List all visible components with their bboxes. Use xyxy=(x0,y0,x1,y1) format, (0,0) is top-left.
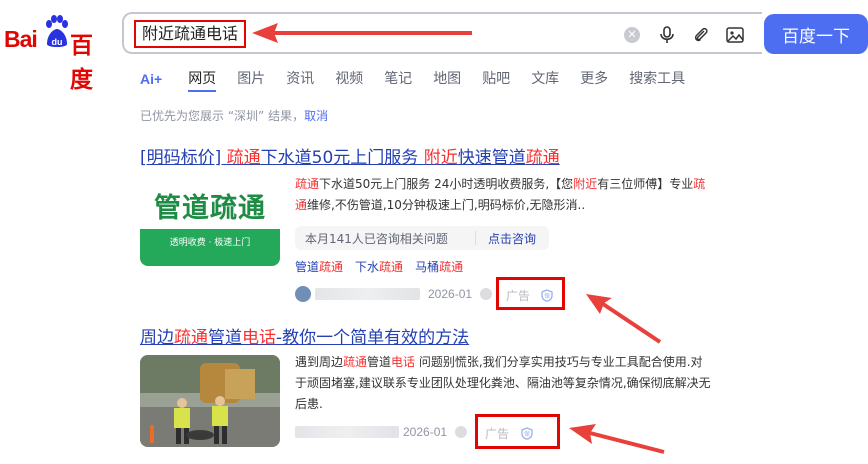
snippet-highlight: 电话 xyxy=(391,355,416,369)
tab-images[interactable]: 图片 xyxy=(237,70,265,92)
ad-label: 广告 xyxy=(485,427,510,441)
snippet-highlight: 疏 xyxy=(693,177,706,191)
title-text: 快速管道 xyxy=(457,148,526,168)
snippet-text: 问题别慌张,我们分享实用技巧与专业工具配合使用.对 xyxy=(415,355,703,369)
title-text: [明码标价] xyxy=(140,148,227,168)
title-text: 管道 xyxy=(208,328,242,348)
snippet-line: 后患. xyxy=(295,397,323,411)
tab-map[interactable]: 地图 xyxy=(433,70,461,92)
result2-thumbnail[interactable] xyxy=(140,355,280,447)
tab-tieba[interactable]: 贴吧 xyxy=(482,70,510,92)
tab-wenku[interactable]: 文库 xyxy=(531,70,559,92)
result1-snippet: 疏通下水道50元上门服务 24小时透明收费服务,【您附近有三位师傅】专业疏 通维… xyxy=(295,174,705,216)
search-button[interactable]: 百度一下 xyxy=(764,14,868,54)
blurred-source xyxy=(315,288,420,300)
result2-snippet: 遇到周边疏通管道电话 问题别慌张,我们分享实用技巧与专业工具配合使用.对 于顽固… xyxy=(295,352,711,415)
title-highlight: 疏通 xyxy=(174,328,208,348)
ad-label: 广告 xyxy=(506,289,531,303)
ad-label-row: 广告 保 xyxy=(506,287,553,304)
snippet-line: 于顽固堵塞,建议联系专业团队处理化粪池、隔油池等复杂情况,确保彻底解决无 xyxy=(295,376,711,390)
tab-ai[interactable]: Ai+ xyxy=(140,70,162,92)
annotation-arrow-ad1-icon xyxy=(586,294,662,344)
tab-notes[interactable]: 笔记 xyxy=(384,70,412,92)
tab-web[interactable]: 网页 xyxy=(188,70,217,92)
snippet-text: 管道 xyxy=(367,355,392,369)
blurred-source xyxy=(295,426,399,438)
microphone-icon[interactable] xyxy=(658,26,676,44)
consult-question: 本月141人已咨询相关问题 xyxy=(305,231,448,246)
result1-title[interactable]: [明码标价] 疏通下水道50元上门服务 附近快速管道疏通 xyxy=(140,143,560,168)
location-notice: 已优先为您展示 “深圳” 结果，取消 xyxy=(140,107,328,124)
verified-badge-icon: 保 xyxy=(541,289,553,302)
result-date: 2026-01 xyxy=(428,287,473,301)
related-link-text: 管道 xyxy=(295,260,320,274)
logo-text-baidu: 百度 xyxy=(70,33,93,93)
tab-search-tools[interactable]: 搜索工具 xyxy=(629,70,685,92)
svg-text:du: du xyxy=(52,37,63,47)
paw-logo-icon: du xyxy=(46,15,68,47)
consult-button[interactable]: 点击咨询 xyxy=(476,230,536,247)
snippet-highlight: 附近 xyxy=(573,177,598,191)
snippet-text: 维修,不伤管道,10分钟极速上门,明码标价,无隐形消.. xyxy=(307,198,586,212)
title-highlight: 疏通 xyxy=(525,148,560,168)
related-link-text: 下水 xyxy=(355,260,380,274)
tab-video[interactable]: 视频 xyxy=(335,70,363,92)
related-link-highlight: 疏通 xyxy=(379,260,404,274)
title-text: 周边 xyxy=(140,328,174,348)
annotation-arrow-query-icon xyxy=(252,23,472,43)
snippet-text: 遇到周边 xyxy=(295,355,344,369)
baidu-logo[interactable]: Bai du 百度 xyxy=(4,14,114,93)
related-link[interactable]: 管道疏通 xyxy=(295,258,343,275)
image-search-icon[interactable] xyxy=(726,26,744,44)
snippet-text: 有三位师傅】专业 xyxy=(597,177,694,191)
svg-text:保: 保 xyxy=(524,430,530,438)
result2-title[interactable]: 周边疏通管道电话-教你一个简单有效的方法 xyxy=(140,323,469,348)
annotation-arrow-ad2-icon xyxy=(569,424,665,454)
tab-news[interactable]: 资讯 xyxy=(286,70,314,92)
result2-meta: 2026-01 xyxy=(295,425,468,439)
title-highlight: 疏通 xyxy=(226,148,261,168)
related-link-highlight: 疏通 xyxy=(319,260,344,274)
source-avatar xyxy=(295,286,311,302)
consult-bar: 本月141人已咨询相关问题 点击咨询 xyxy=(295,226,549,250)
cancel-location-link[interactable]: 取消 xyxy=(304,109,328,123)
search-input[interactable]: 附近疏通电话 xyxy=(134,20,247,48)
ad-label-row: 广告 保 xyxy=(485,425,533,442)
related-link[interactable]: 下水疏通 xyxy=(355,258,403,275)
shield-icon xyxy=(455,426,468,438)
snippet-highlight: 疏通 xyxy=(295,177,320,191)
snippet-line: 遇到周边疏通管道电话 问题别慌张,我们分享实用技巧与专业工具配合使用.对 xyxy=(295,352,711,373)
title-text: 下水道50元上门服务 xyxy=(260,148,424,168)
logo-text-bai: Bai xyxy=(4,26,38,52)
related-links: 管道疏通 下水疏通 马桶疏通 xyxy=(295,258,475,275)
result1-thumbnail[interactable]: 管道疏通 透明收费 · 极速上门 xyxy=(140,174,280,266)
title-highlight: 附近 xyxy=(423,148,458,168)
search-tabs: Ai+ 网页 图片 资讯 视频 笔记 地图 贴吧 文库 更多 搜索工具 xyxy=(140,70,706,94)
snippet-line: 通维修,不伤管道,10分钟极速上门,明码标价,无隐形消.. xyxy=(295,195,705,216)
related-link[interactable]: 马桶疏通 xyxy=(415,258,463,275)
snippet-highlight: 通 xyxy=(295,198,308,212)
tab-more[interactable]: 更多 xyxy=(580,70,608,92)
workers-photo-icon xyxy=(140,355,280,447)
snippet-highlight: 疏通 xyxy=(343,355,368,369)
result1-meta: 2026-01 xyxy=(295,286,493,302)
location-notice-text: 已优先为您展示 “深圳” 结果， xyxy=(140,109,305,123)
svg-text:保: 保 xyxy=(544,292,550,300)
thumbnail-heading: 管道疏通 xyxy=(154,193,266,224)
snippet-line: 疏通下水道50元上门服务 24小时透明收费服务,【您附近有三位师傅】专业疏 xyxy=(295,174,705,195)
shield-icon xyxy=(480,288,493,300)
thumbnail-caption: 透明收费 · 极速上门 xyxy=(169,238,251,248)
verified-badge-icon: 保 xyxy=(521,427,533,440)
attachment-icon[interactable] xyxy=(692,26,710,44)
result-date: 2026-01 xyxy=(403,425,448,439)
related-link-highlight: 疏通 xyxy=(439,260,464,274)
related-link-text: 马桶 xyxy=(415,260,440,274)
clear-icon[interactable]: ✕ xyxy=(624,27,640,43)
snippet-text: 下水道50元上门服务 24小时透明收费服务,【您 xyxy=(319,177,574,191)
title-text: -教你一个简单有效的方法 xyxy=(276,328,470,348)
title-highlight: 电话 xyxy=(242,328,276,348)
